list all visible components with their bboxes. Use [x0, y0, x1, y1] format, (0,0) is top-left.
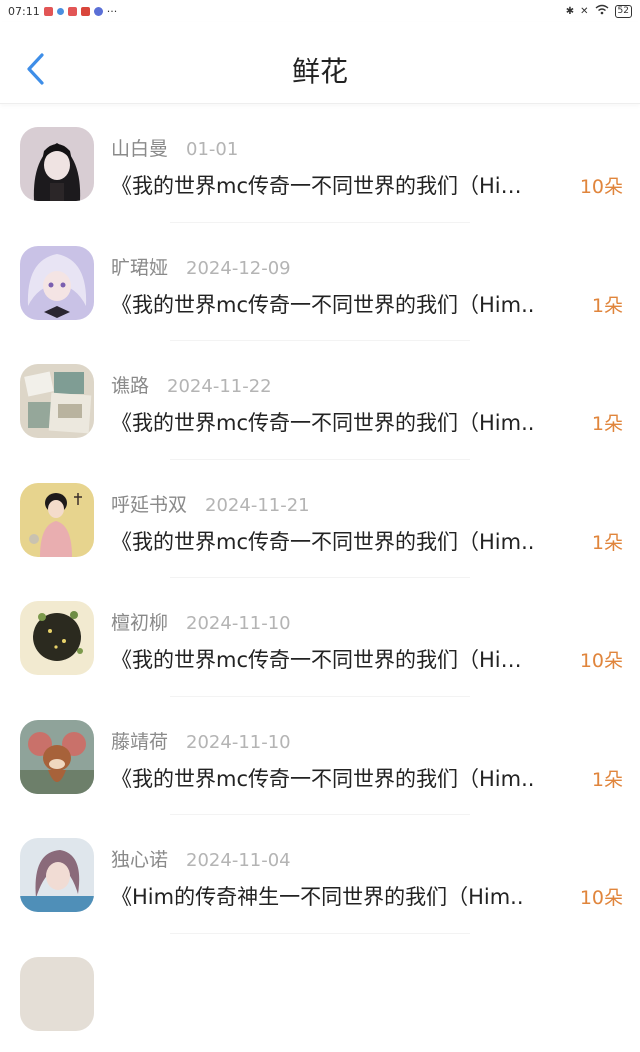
more-notifications-icon: ···	[107, 5, 118, 18]
name-row: 谯路 2024-11-22	[111, 371, 272, 398]
name-row: 藤靖荷 2024-11-10	[111, 727, 291, 754]
content-row: 《我的世界mc传奇一不同世界的我们（Hi… 10朵	[111, 644, 623, 674]
list-item[interactable]	[0, 934, 640, 1052]
name-row: 旷珺娅 2024-12-09	[111, 253, 291, 280]
bluetooth-icon: ✱	[566, 6, 574, 17]
avatar[interactable]	[20, 601, 94, 675]
notification-icon	[81, 7, 90, 16]
flower-count: 10朵	[580, 883, 623, 910]
name-row: 檀初柳 2024-11-10	[111, 608, 291, 635]
notification-icon	[57, 8, 64, 15]
battery-icon: 52	[615, 5, 632, 18]
gift-date: 2024-11-21	[205, 495, 310, 516]
gift-date: 2024-11-22	[167, 376, 272, 397]
user-name[interactable]: 独心诺	[111, 845, 168, 872]
flower-count: 1朵	[592, 291, 623, 318]
status-bar: 07:11 ··· ✱ ✕ 52	[0, 0, 640, 22]
avatar[interactable]	[20, 127, 94, 201]
list-item[interactable]: 檀初柳 2024-11-10 《我的世界mc传奇一不同世界的我们（Hi… 10朵	[0, 578, 640, 697]
user-name[interactable]: 山白曼	[111, 134, 168, 161]
status-left: 07:11 ···	[8, 5, 117, 18]
status-right: ✱ ✕ 52	[566, 4, 632, 18]
gift-date: 2024-11-04	[186, 850, 291, 871]
user-name[interactable]: 旷珺娅	[111, 253, 168, 280]
work-title[interactable]: 《我的世界mc传奇一不同世界的我们（Him..	[111, 407, 592, 437]
content-row: 《Him的传奇神生一不同世界的我们（Him.. 10朵	[111, 881, 623, 911]
user-name[interactable]: 檀初柳	[111, 608, 168, 635]
mute-icon: ✕	[580, 6, 588, 17]
flower-count: 10朵	[580, 172, 623, 199]
name-row: 呼延书双 2024-11-21	[111, 490, 310, 517]
list-item[interactable]: 旷珺娅 2024-12-09 《我的世界mc传奇一不同世界的我们（Him.. 1…	[0, 223, 640, 342]
flower-count: 1朵	[592, 765, 623, 792]
work-title[interactable]: 《我的世界mc传奇一不同世界的我们（Hi…	[111, 644, 580, 674]
work-title[interactable]: 《我的世界mc传奇一不同世界的我们（Him..	[111, 763, 592, 793]
notification-icon	[68, 7, 77, 16]
gift-date: 01-01	[186, 139, 238, 160]
list-item[interactable]: 山白曼 01-01 《我的世界mc传奇一不同世界的我们（Hi… 10朵	[0, 104, 640, 223]
avatar[interactable]	[20, 364, 94, 438]
user-name[interactable]: 藤靖荷	[111, 727, 168, 754]
avatar[interactable]	[20, 720, 94, 794]
gift-date: 2024-11-10	[186, 732, 291, 753]
work-title[interactable]: 《Him的传奇神生一不同世界的我们（Him..	[111, 881, 580, 911]
gift-date: 2024-12-09	[186, 258, 291, 279]
avatar[interactable]	[20, 483, 94, 557]
name-row: 山白曼 01-01	[111, 134, 238, 161]
list-item[interactable]: 呼延书双 2024-11-21 《我的世界mc传奇一不同世界的我们（Him.. …	[0, 460, 640, 579]
header-bar: 鲜花	[0, 22, 640, 104]
content-row: 《我的世界mc传奇一不同世界的我们（Him.. 1朵	[111, 289, 623, 319]
name-row: 独心诺 2024-11-04	[111, 845, 291, 872]
avatar[interactable]	[20, 246, 94, 320]
notification-icon	[94, 7, 103, 16]
work-title[interactable]: 《我的世界mc传奇一不同世界的我们（Hi…	[111, 170, 580, 200]
list-item[interactable]: 独心诺 2024-11-04 《Him的传奇神生一不同世界的我们（Him.. 1…	[0, 815, 640, 934]
content-row: 《我的世界mc传奇一不同世界的我们（Him.. 1朵	[111, 526, 623, 556]
status-time: 07:11	[8, 5, 40, 18]
list-item[interactable]: 谯路 2024-11-22 《我的世界mc传奇一不同世界的我们（Him.. 1朵	[0, 341, 640, 460]
flower-count: 1朵	[592, 409, 623, 436]
list-item[interactable]: 藤靖荷 2024-11-10 《我的世界mc传奇一不同世界的我们（Him.. 1…	[0, 697, 640, 816]
work-title[interactable]: 《我的世界mc传奇一不同世界的我们（Him..	[111, 289, 592, 319]
user-name[interactable]: 呼延书双	[111, 490, 187, 517]
content-row: 《我的世界mc传奇一不同世界的我们（Him.. 1朵	[111, 763, 623, 793]
wifi-icon	[595, 4, 609, 18]
avatar[interactable]	[20, 838, 94, 912]
flower-count: 10朵	[580, 646, 623, 673]
user-name[interactable]: 谯路	[111, 371, 149, 398]
notification-icon	[44, 7, 53, 16]
gift-date: 2024-11-10	[186, 613, 291, 634]
avatar[interactable]	[20, 957, 94, 1031]
flower-record-list: 山白曼 01-01 《我的世界mc传奇一不同世界的我们（Hi… 10朵 旷珺娅 …	[0, 104, 640, 1052]
work-title[interactable]: 《我的世界mc传奇一不同世界的我们（Him..	[111, 526, 592, 556]
flower-count: 1朵	[592, 528, 623, 555]
page-title: 鲜花	[0, 50, 640, 90]
content-row: 《我的世界mc传奇一不同世界的我们（Him.. 1朵	[111, 407, 623, 437]
content-row: 《我的世界mc传奇一不同世界的我们（Hi… 10朵	[111, 170, 623, 200]
